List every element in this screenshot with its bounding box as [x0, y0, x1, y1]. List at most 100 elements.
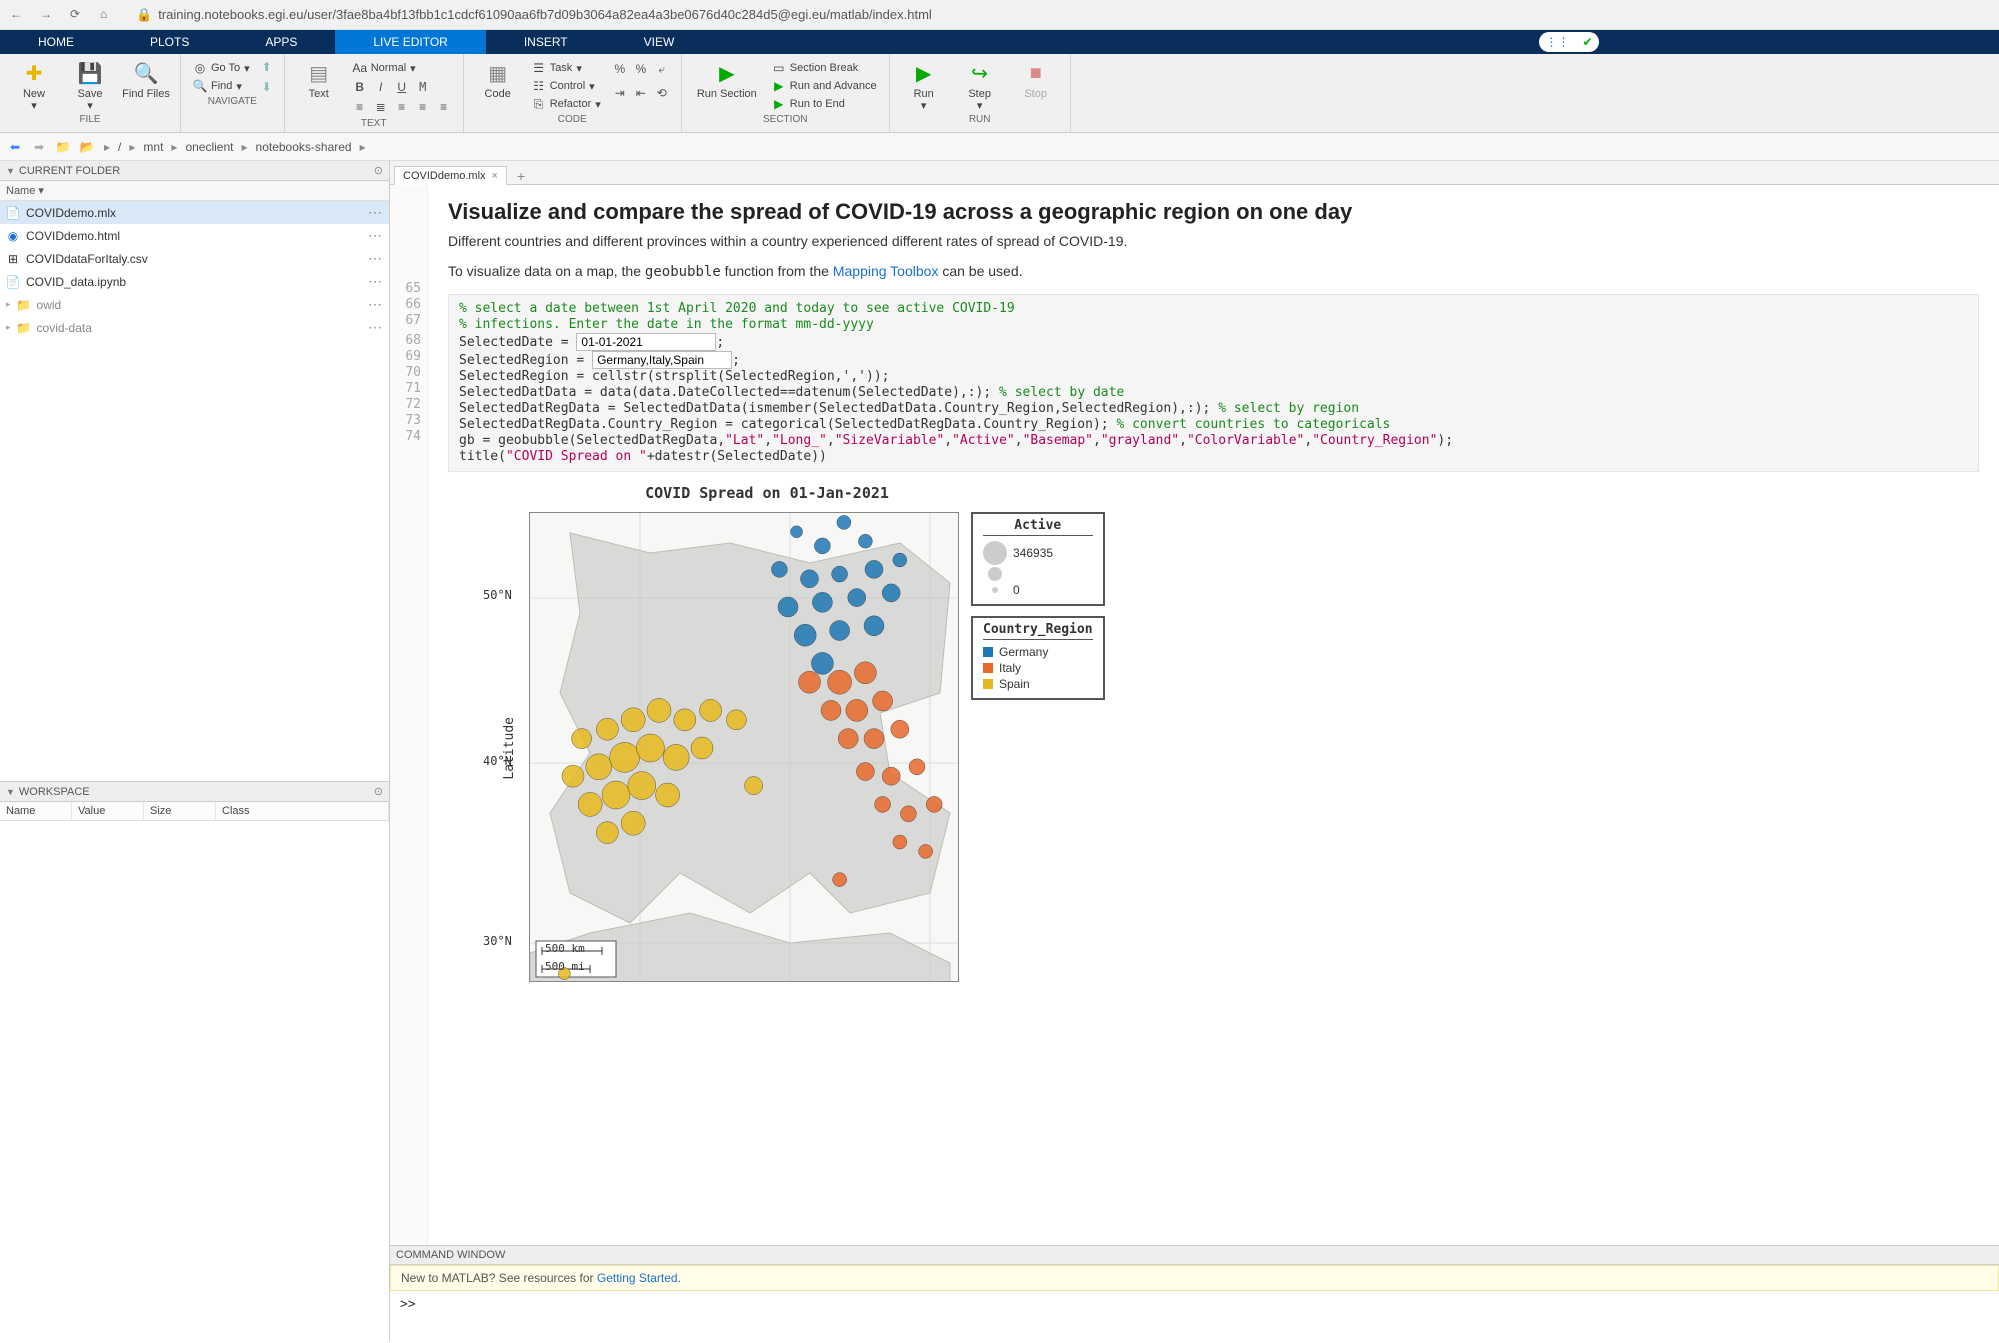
url-bar[interactable]: 🔒 training.notebooks.egi.eu/user/3fae8ba… — [136, 7, 932, 23]
tab-plots[interactable]: PLOTS — [112, 30, 227, 54]
run-to-end-button[interactable]: ▶Run to End — [770, 96, 879, 112]
tab-insert[interactable]: INSERT — [486, 30, 606, 54]
folder-row[interactable]: ▸📁covid-data⋯ — [0, 316, 389, 339]
panel-options-icon[interactable]: ⊙ — [374, 164, 383, 177]
find-files-button[interactable]: 🔍Find Files — [122, 60, 170, 100]
nav-forward-icon[interactable]: ➡ — [30, 138, 48, 156]
run-button[interactable]: ▶Run▾ — [900, 60, 948, 112]
list-ol-button[interactable]: ≣ — [372, 98, 390, 116]
code-block[interactable]: % select a date between 1st April 2020 a… — [448, 294, 1979, 472]
comment-button[interactable]: % — [611, 60, 629, 78]
reload-icon[interactable]: ⟳ — [70, 7, 86, 23]
folder-icon: 📁 — [17, 321, 31, 335]
quick-access-widget[interactable]: ⋮⋮✔ — [1539, 32, 1599, 52]
scale-mi: 500 mi — [545, 960, 585, 973]
editor-content[interactable]: Visualize and compare the spread of COVI… — [428, 185, 1999, 1245]
smart-indent-button[interactable]: ⟲ — [653, 84, 671, 102]
list-ul-button[interactable]: ≡ — [351, 98, 369, 116]
section-file-label: FILE — [8, 112, 172, 126]
search-icon: 🔍 — [193, 79, 207, 93]
editor-tab[interactable]: COVIDdemo.mlx× — [394, 166, 507, 185]
section-break-button[interactable]: ▭Section Break — [770, 60, 879, 76]
bc-mnt[interactable]: mnt — [143, 140, 163, 154]
file-row[interactable]: ◉COVIDdemo.html⋯ — [0, 224, 389, 247]
code-button[interactable]: ▦Code — [474, 60, 522, 100]
align-right-button[interactable]: ≡ — [435, 98, 453, 116]
control-dropdown[interactable]: ☷Control ▾ — [530, 78, 603, 94]
task-icon: ☰ — [532, 61, 546, 75]
forward-icon[interactable]: → — [40, 7, 56, 23]
folder-up-icon[interactable]: 📁 — [54, 138, 72, 156]
find-button[interactable]: 🔍Find ▾ — [191, 78, 252, 94]
indent-button[interactable]: ⇥ — [611, 84, 629, 102]
mono-button[interactable]: M — [414, 78, 432, 96]
outdent-button[interactable]: ⇤ — [632, 84, 650, 102]
goto-button[interactable]: ◎Go To ▾ — [191, 60, 252, 76]
italic-button[interactable]: I — [372, 78, 390, 96]
run-section-button[interactable]: ▶Run Section — [692, 60, 762, 100]
browser-chrome: ← → ⟳ ⌂ 🔒 training.notebooks.egi.eu/user… — [0, 0, 1999, 30]
scale-km: 500 km — [545, 942, 585, 955]
bc-root[interactable]: / — [118, 140, 121, 154]
down-arrow-icon[interactable]: ⬇ — [260, 80, 274, 94]
getting-started-link[interactable]: Getting Started — [597, 1271, 678, 1285]
task-dropdown[interactable]: ☰Task ▾ — [530, 60, 603, 76]
tab-home[interactable]: HOME — [0, 30, 112, 54]
mapping-toolbox-link[interactable]: Mapping Toolbox — [833, 263, 939, 279]
command-window-header[interactable]: COMMAND WINDOW — [390, 1246, 1999, 1265]
tab-apps[interactable]: APPS — [227, 30, 335, 54]
align-center-button[interactable]: ≡ — [414, 98, 432, 116]
lock-icon: 🔒 — [136, 7, 152, 23]
bold-button[interactable]: B — [351, 78, 369, 96]
section-run-label: RUN — [898, 112, 1062, 126]
style-dropdown[interactable]: AaNormal ▾ — [351, 60, 453, 76]
ws-col-size[interactable]: Size — [144, 802, 216, 820]
back-icon[interactable]: ← — [10, 7, 26, 23]
stop-button[interactable]: ■Stop — [1012, 60, 1060, 100]
tab-view[interactable]: VIEW — [606, 30, 713, 54]
wrap-button[interactable]: ⤶ — [653, 60, 671, 78]
bc-oneclient[interactable]: oneclient — [185, 140, 233, 154]
home-icon[interactable]: ⌂ — [100, 7, 116, 23]
run-advance-button[interactable]: ▶Run and Advance — [770, 78, 879, 94]
csv-file-icon: ⊞ — [6, 252, 20, 266]
folder-browse-icon[interactable]: 📂 — [78, 138, 96, 156]
file-row[interactable]: 📄COVID_data.ipynb⋯ — [0, 270, 389, 293]
save-button[interactable]: 💾Save▾ — [66, 60, 114, 112]
chart-figure: COVID Spread on 01-Jan-2021 Latitude — [448, 484, 1979, 985]
file-row[interactable]: 📄COVIDdemo.mlx⋯ — [0, 201, 389, 224]
step-button[interactable]: ↪Step▾ — [956, 60, 1004, 112]
text-button[interactable]: ▤Text — [295, 60, 343, 100]
current-folder-header[interactable]: ▼CURRENT FOLDER ⊙ — [0, 161, 389, 181]
tab-live-editor[interactable]: LIVE EDITOR — [335, 30, 485, 54]
cf-col-name[interactable]: Name ▾ — [0, 181, 50, 200]
underline-button[interactable]: U — [393, 78, 411, 96]
align-left-button[interactable]: ≡ — [393, 98, 411, 116]
nav-back-icon[interactable]: ⬅ — [6, 138, 24, 156]
color-legend: Country_Region Germany Italy Spain — [971, 616, 1105, 700]
ws-col-value[interactable]: Value — [72, 802, 144, 820]
line-gutter: 656667 686970 71727374 — [390, 185, 428, 1245]
ws-col-name[interactable]: Name — [0, 802, 72, 820]
file-row[interactable]: ⊞COVIDdataForItaly.csv⋯ — [0, 247, 389, 270]
up-arrow-icon[interactable]: ⬆ — [260, 60, 274, 74]
folder-row[interactable]: ▸📁owid⋯ — [0, 293, 389, 316]
close-icon[interactable]: × — [492, 170, 498, 182]
new-icon: ✚ — [21, 60, 47, 86]
panel-options-icon[interactable]: ⊙ — [374, 785, 383, 798]
ws-col-class[interactable]: Class — [216, 802, 389, 820]
code-icon: ▦ — [485, 60, 511, 86]
play-next-icon: ▶ — [772, 79, 786, 93]
selected-region-input[interactable] — [592, 351, 732, 369]
bc-notebooks-shared[interactable]: notebooks-shared — [256, 140, 352, 154]
command-window-input[interactable]: >> — [390, 1291, 1999, 1341]
workspace-header[interactable]: ▼WORKSPACE ⊙ — [0, 782, 389, 802]
section-code: ▦Code ☰Task ▾ ☷Control ▾ ⎘Refactor ▾ %%⤶… — [464, 54, 682, 132]
save-icon: 💾 — [77, 60, 103, 86]
new-button[interactable]: ✚New▾ — [10, 60, 58, 112]
section-text-label: TEXT — [293, 116, 455, 130]
uncomment-button[interactable]: % — [632, 60, 650, 78]
refactor-dropdown[interactable]: ⎘Refactor ▾ — [530, 96, 603, 112]
selected-date-input[interactable] — [576, 333, 716, 351]
new-tab-button[interactable]: + — [513, 168, 529, 184]
